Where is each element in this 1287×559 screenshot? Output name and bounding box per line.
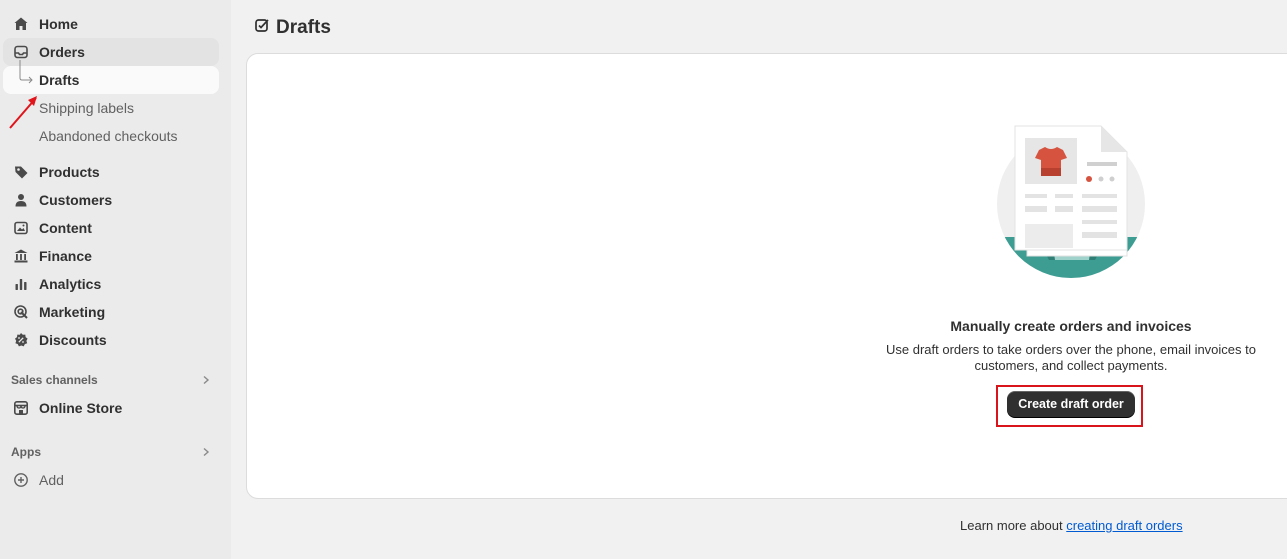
discount-icon xyxy=(3,332,39,348)
nav-shipping-labels-label: Shipping labels xyxy=(39,100,134,116)
chevron-right-icon xyxy=(201,444,211,460)
store-icon xyxy=(3,400,39,416)
learn-more-link[interactable]: creating draft orders xyxy=(1066,518,1182,533)
nav-home[interactable]: Home xyxy=(3,10,219,38)
nav-online-store[interactable]: Online Store xyxy=(3,394,219,422)
plus-circle-icon xyxy=(3,472,39,488)
nav-marketing[interactable]: Marketing xyxy=(3,298,219,326)
nav-orders-label: Orders xyxy=(39,44,85,60)
tag-icon xyxy=(3,164,39,180)
inbox-icon xyxy=(3,44,39,60)
annotation-arrow-icon xyxy=(9,96,37,129)
sidebar: Home Orders Drafts Shipping labels Aband… xyxy=(0,0,231,559)
learn-more-text: Learn more about xyxy=(960,518,1063,533)
learn-more-footer: Learn more about creating draft orders xyxy=(960,518,1183,533)
nav-abandoned-checkouts-label: Abandoned checkouts xyxy=(39,128,178,144)
nav-customers-label: Customers xyxy=(39,192,113,208)
nav-content-label: Content xyxy=(39,220,92,236)
nav-analytics[interactable]: Analytics xyxy=(3,270,219,298)
draft-invoice-illustration xyxy=(997,125,1145,278)
nav-content[interactable]: Content xyxy=(3,214,219,242)
nav-drafts-label: Drafts xyxy=(39,72,80,88)
nav-finance-label: Finance xyxy=(39,248,92,264)
draft-order-icon xyxy=(254,17,270,39)
sales-channels-label: Sales channels xyxy=(11,373,98,387)
nav-home-label: Home xyxy=(39,16,78,32)
home-icon xyxy=(3,16,39,32)
empty-state-heading: Manually create orders and invoices xyxy=(950,318,1192,334)
content-icon xyxy=(3,220,39,236)
page-title: Drafts xyxy=(254,16,331,40)
page-title-text: Drafts xyxy=(276,17,331,38)
create-draft-order-button[interactable]: Create draft order xyxy=(1007,391,1135,417)
nav-discounts[interactable]: Discounts xyxy=(3,326,219,354)
bar-chart-icon xyxy=(3,276,39,292)
nav-discounts-label: Discounts xyxy=(39,332,107,348)
nav-online-store-label: Online Store xyxy=(39,400,123,416)
nav-finance[interactable]: Finance xyxy=(3,242,219,270)
nav-analytics-label: Analytics xyxy=(39,276,102,292)
nav-add-label: Add xyxy=(39,472,64,488)
apps-section[interactable]: Apps xyxy=(11,442,211,462)
empty-state-description: Use draft orders to take orders over the… xyxy=(886,342,1256,373)
person-icon xyxy=(3,192,39,208)
nav-customers[interactable]: Customers xyxy=(3,186,219,214)
nav-products[interactable]: Products xyxy=(3,158,219,186)
chevron-right-icon xyxy=(201,372,211,388)
nav-products-label: Products xyxy=(39,164,100,180)
nav-marketing-label: Marketing xyxy=(39,304,106,320)
apps-label: Apps xyxy=(11,445,41,459)
nav-add-app[interactable]: Add xyxy=(3,466,219,494)
sales-channels-section[interactable]: Sales channels xyxy=(11,370,211,390)
tree-connector-icon xyxy=(19,60,33,84)
bank-icon xyxy=(3,248,39,264)
target-icon xyxy=(3,304,39,320)
